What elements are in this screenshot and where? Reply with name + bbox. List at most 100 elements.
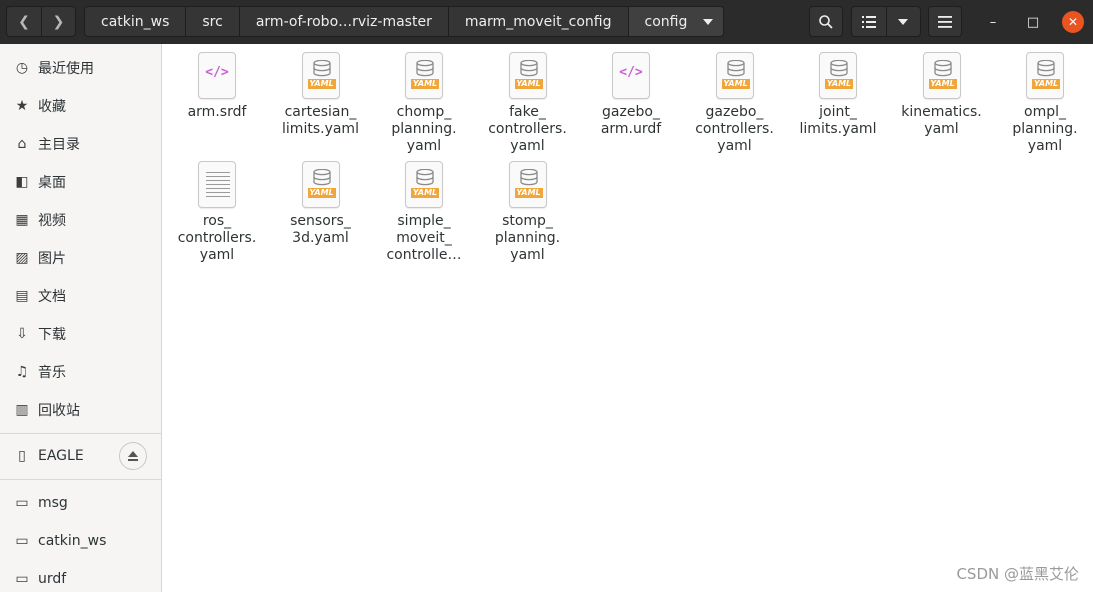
- sidebar-item-label: 下载: [38, 327, 66, 343]
- minimize-button[interactable]: –: [982, 11, 1004, 33]
- music-icon: ♫: [15, 364, 29, 380]
- back-button[interactable]: ❮: [7, 7, 41, 36]
- folder-icon: ▭: [15, 533, 29, 549]
- xml-file-icon: </>: [612, 52, 650, 99]
- file-item[interactable]: YAML gazebo_ controllers. yaml: [685, 52, 785, 155]
- download-icon: ⇩: [16, 326, 28, 342]
- sidebar-item-trash[interactable]: ▥ 回收站: [0, 391, 161, 429]
- home-icon: ⌂: [17, 136, 27, 152]
- sidebar-item-bookmark-msg[interactable]: ▭ msg: [0, 484, 161, 522]
- yaml-file-icon: YAML: [405, 161, 443, 208]
- yaml-file-icon: YAML: [715, 52, 754, 99]
- sidebar-item-device-eagle[interactable]: ▯ EAGLE: [0, 437, 161, 475]
- file-name: fake_ controllers. yaml: [488, 104, 567, 154]
- file-name: chomp_ planning. yaml: [391, 104, 457, 154]
- breadcrumb-current-label: config: [644, 13, 688, 30]
- database-icon: [830, 60, 848, 77]
- sidebar-item-downloads[interactable]: ⇩ 下载: [0, 315, 161, 353]
- close-icon: ✕: [1067, 15, 1079, 29]
- file-name: gazebo_ controllers. yaml: [695, 104, 774, 154]
- sidebar-item-music[interactable]: ♫ 音乐: [0, 353, 161, 391]
- file-item[interactable]: YAML joint_ limits.yaml: [788, 52, 888, 138]
- list-view-button[interactable]: [852, 7, 886, 36]
- sidebar-item-bookmark-urdf[interactable]: ▭ urdf: [0, 560, 161, 592]
- close-button[interactable]: ✕: [1062, 11, 1084, 33]
- forward-button[interactable]: ❯: [40, 7, 75, 36]
- watermark-text: CSDN @蓝黑艾伦: [956, 565, 1079, 583]
- file-name: sensors_ 3d.yaml: [290, 213, 351, 246]
- file-name: cartesian_ limits.yaml: [282, 104, 359, 137]
- main-menu-button[interactable]: [928, 6, 962, 37]
- file-item[interactable]: YAML chomp_ planning. yaml: [374, 52, 474, 155]
- sidebar-item-videos[interactable]: ▦ 视频: [0, 201, 161, 239]
- sidebar: ◷ 最近使用 ★ 收藏 ⌂ 主目录 ◧ 桌面 ▦ 视频 ▨ 图片 ▤ 文档 ⇩ 下载 ♫ 音乐 ▥…: [0, 44, 162, 592]
- chevron-down-icon: [703, 18, 714, 25]
- file-item[interactable]: YAML simple_ moveit_ controlle…: [374, 161, 474, 264]
- sidebar-item-documents[interactable]: ▤ 文档: [0, 277, 161, 315]
- view-options-button[interactable]: [885, 7, 920, 36]
- sidebar-item-label: 图片: [38, 251, 66, 267]
- sidebar-item-label: urdf: [38, 571, 67, 587]
- sidebar-divider: [0, 479, 161, 480]
- database-icon: [519, 60, 538, 77]
- sidebar-item-starred[interactable]: ★ 收藏: [0, 87, 161, 125]
- file-item[interactable]: </> gazebo_ arm.urdf: [581, 52, 681, 138]
- sidebar-item-label: 回收站: [38, 403, 80, 419]
- minimize-icon: –: [989, 14, 997, 30]
- sidebar-item-label: 文档: [38, 289, 66, 305]
- yaml-badge: YAML: [928, 79, 957, 89]
- chevron-right-icon: ❯: [52, 13, 65, 30]
- sidebar-item-label: EAGLE: [38, 448, 84, 464]
- file-item[interactable]: YAML fake_ controllers. yaml: [478, 52, 578, 155]
- file-item[interactable]: YAML ompl_ planning. yaml: [995, 52, 1093, 155]
- eject-button[interactable]: [119, 442, 147, 470]
- breadcrumb-current[interactable]: config: [628, 7, 724, 36]
- trash-icon: ▥: [15, 402, 29, 418]
- file-item[interactable]: </> arm.srdf: [167, 52, 267, 121]
- file-item[interactable]: YAML stomp_ planning. yaml: [478, 161, 578, 264]
- breadcrumb-item[interactable]: src: [186, 7, 240, 36]
- desktop-icon: ◧: [15, 174, 29, 190]
- sidebar-item-label: 音乐: [38, 365, 66, 381]
- file-name: stomp_ planning. yaml: [494, 213, 561, 263]
- sidebar-item-label: msg: [38, 495, 68, 511]
- file-item[interactable]: ros_ controllers. yaml: [167, 161, 267, 264]
- sidebar-item-bookmark-catkin-ws[interactable]: ▭ catkin_ws: [0, 522, 161, 560]
- sidebar-item-pictures[interactable]: ▨ 图片: [0, 239, 161, 277]
- sidebar-item-label: 桌面: [38, 175, 66, 191]
- file-item[interactable]: YAML cartesian_ limits.yaml: [271, 52, 371, 138]
- sidebar-item-desktop[interactable]: ◧ 桌面: [0, 163, 161, 201]
- file-grid: </> arm.srdf YAML cartesian_ limits.yaml YAM…: [162, 44, 1093, 592]
- star-icon: ★: [15, 98, 29, 114]
- breadcrumb-item[interactable]: arm-of-robo…rviz-master: [240, 7, 449, 36]
- database-icon: [416, 169, 434, 186]
- chevron-left-icon: ❮: [18, 13, 30, 30]
- code-brackets-icon: </>: [205, 65, 229, 80]
- breadcrumb: catkin_ws src arm-of-robo…rviz-master ma…: [84, 6, 725, 37]
- database-icon: [312, 169, 331, 186]
- sidebar-item-label: 视频: [38, 213, 66, 229]
- image-icon: ▨: [15, 250, 29, 266]
- folder-icon: ▭: [15, 571, 29, 587]
- yaml-badge: YAML: [514, 79, 543, 89]
- search-button[interactable]: [809, 6, 843, 37]
- sidebar-item-recent[interactable]: ◷ 最近使用: [0, 49, 161, 87]
- sidebar-item-home[interactable]: ⌂ 主目录: [0, 125, 161, 163]
- view-toggle-group: [851, 6, 921, 37]
- database-icon: [1037, 60, 1055, 77]
- maximize-button[interactable]: □: [1022, 11, 1044, 33]
- yaml-badge: YAML: [721, 79, 750, 89]
- sidebar-item-label: 最近使用: [38, 61, 94, 77]
- breadcrumb-item[interactable]: catkin_ws: [85, 7, 187, 36]
- yaml-file-icon: YAML: [819, 52, 857, 99]
- code-brackets-icon: </>: [619, 65, 643, 80]
- database-icon: [933, 60, 952, 77]
- file-item[interactable]: YAML kinematics. yaml: [892, 52, 992, 138]
- yaml-badge: YAML: [1032, 79, 1060, 89]
- file-item[interactable]: YAML sensors_ 3d.yaml: [271, 161, 371, 247]
- eject-icon: [128, 451, 138, 457]
- yaml-badge: YAML: [411, 79, 439, 89]
- breadcrumb-item[interactable]: marm_moveit_config: [449, 7, 629, 36]
- yaml-badge: YAML: [825, 79, 853, 89]
- video-icon: ▦: [15, 212, 29, 228]
